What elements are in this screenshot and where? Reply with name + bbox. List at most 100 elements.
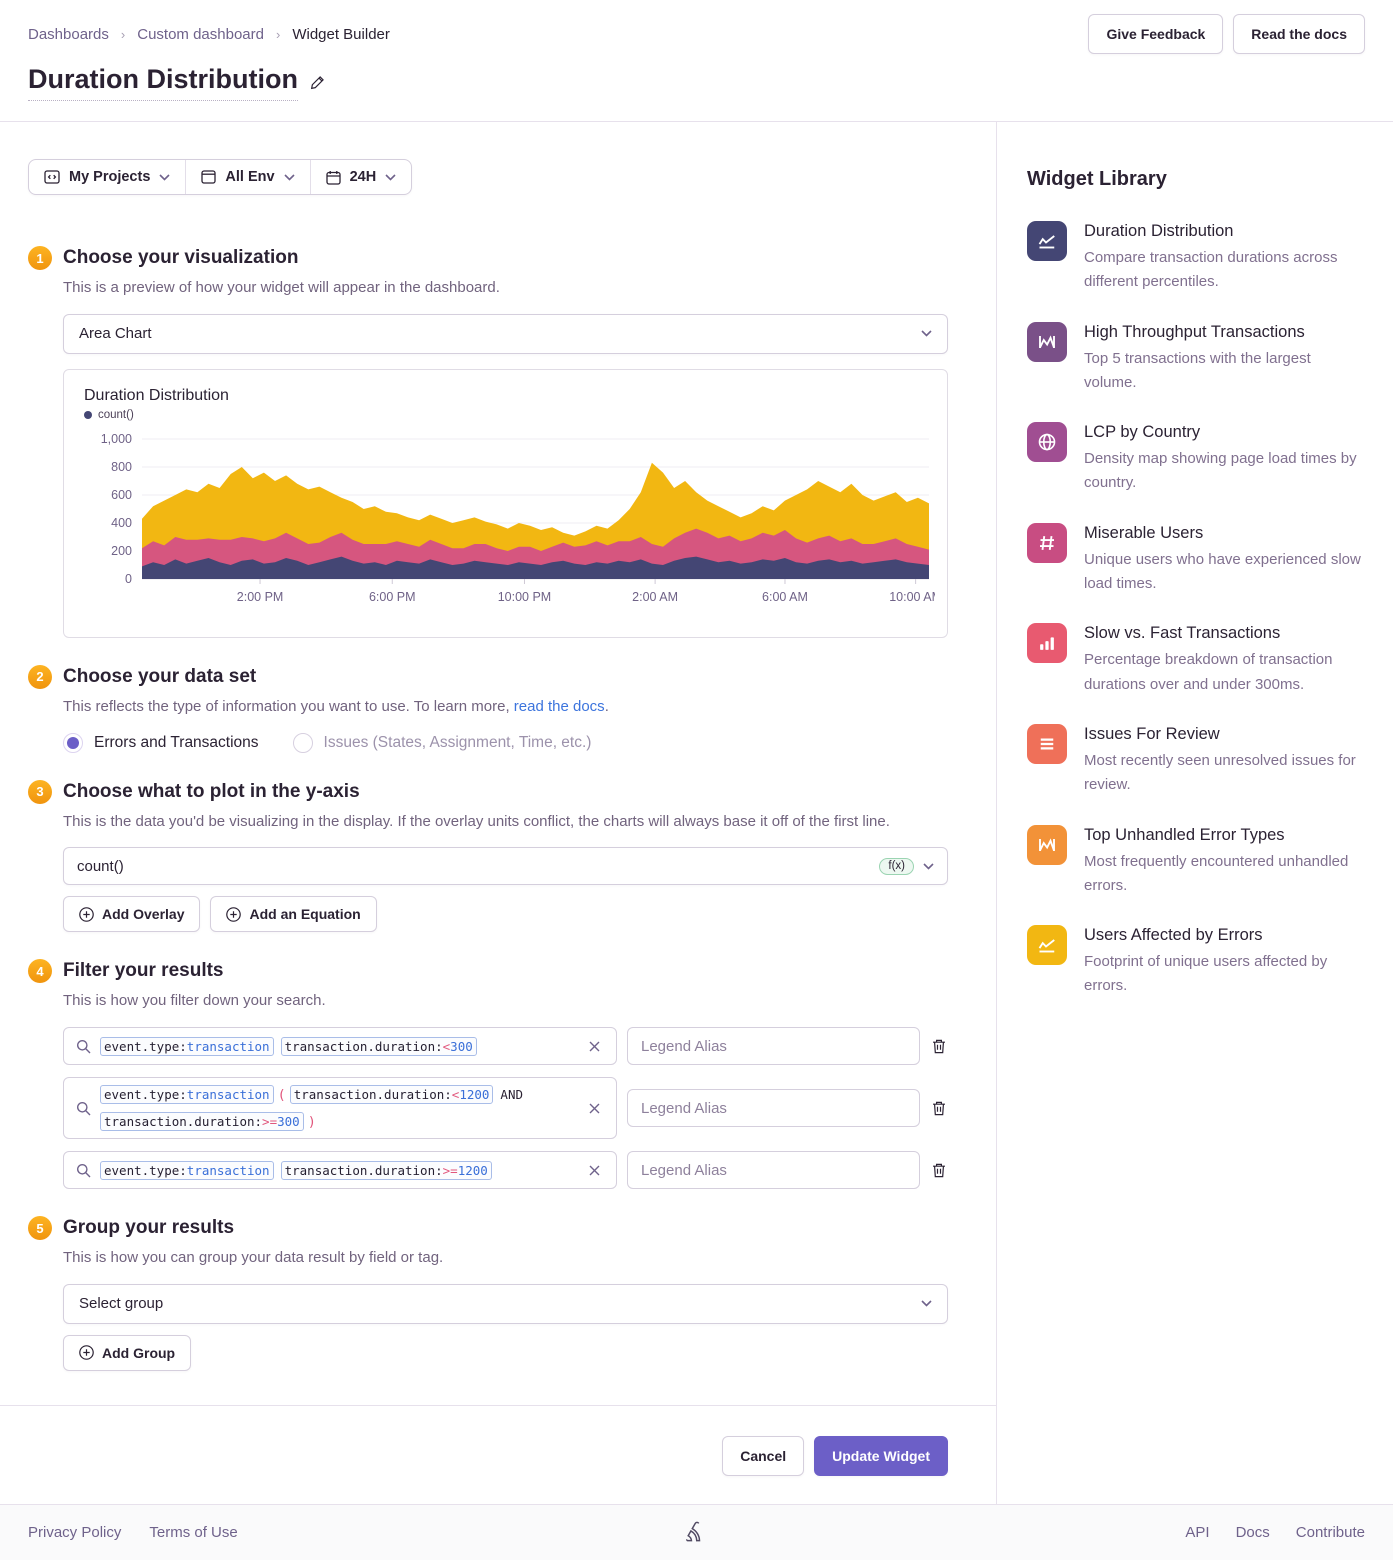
add-overlay-button[interactable]: Add Overlay [63, 896, 200, 932]
widget-builder-page: Dashboards › Custom dashboard › Widget B… [0, 0, 1393, 1560]
widget-library-item-title: Issues For Review [1084, 725, 1365, 744]
delete-filter-button[interactable] [930, 1099, 948, 1118]
search-token[interactable]: transaction.duration:<300 [281, 1037, 477, 1056]
hash-icon [1027, 523, 1067, 563]
filter-search-input[interactable]: event.type:transaction transaction.durati… [63, 1151, 617, 1189]
y-axis-function-select[interactable]: count() f(x) [63, 847, 948, 885]
chevron-down-icon [385, 174, 396, 181]
radio-unselected-icon [293, 733, 313, 753]
svg-text:1,000: 1,000 [101, 432, 132, 446]
widget-library-item[interactable]: Miserable UsersUnique users who have exp… [1027, 523, 1365, 597]
legend-label: count() [98, 409, 134, 421]
chevron-down-icon [284, 174, 295, 181]
clear-filter-button[interactable] [585, 1099, 604, 1118]
delete-filter-button[interactable] [930, 1037, 948, 1056]
filter-search-input[interactable]: event.type:transaction transaction.durati… [63, 1027, 617, 1065]
legend-alias-input[interactable] [627, 1089, 920, 1127]
step-3-badge: 3 [28, 780, 52, 804]
filter-rows: event.type:transaction transaction.durati… [63, 1027, 948, 1189]
widget-library-item-title: Slow vs. Fast Transactions [1084, 624, 1365, 643]
widget-library-item[interactable]: Duration DistributionCompare transaction… [1027, 221, 1365, 295]
legend-alias-input[interactable] [627, 1151, 920, 1189]
widget-library-item-description: Percentage breakdown of transaction dura… [1084, 648, 1365, 697]
group-select-placeholder: Select group [79, 1295, 163, 1312]
chart-legend[interactable]: count() [84, 409, 927, 421]
sentry-logo-icon[interactable] [685, 1521, 709, 1543]
radio-errors-transactions-label: Errors and Transactions [94, 734, 259, 752]
read-the-docs-link[interactable]: read the docs [514, 698, 605, 715]
add-equation-button[interactable]: Add an Equation [210, 896, 376, 932]
search-token[interactable]: event.type:transaction [100, 1037, 274, 1056]
svg-text:200: 200 [111, 544, 132, 558]
step-1-badge: 1 [28, 246, 52, 270]
step-5-subtitle: This is how you can group your data resu… [63, 1247, 948, 1269]
cancel-button[interactable]: Cancel [722, 1436, 804, 1476]
visualization-select[interactable]: Area Chart [63, 314, 948, 354]
paren-token: ) [308, 1114, 316, 1130]
widget-library-item[interactable]: High Throughput Transactions Top 5 transa… [1027, 322, 1365, 396]
top-bar: Dashboards › Custom dashboard › Widget B… [0, 0, 1393, 54]
widget-library-sidebar: Widget Library Duration DistributionComp… [997, 122, 1393, 1504]
add-equation-label: Add an Equation [249, 906, 360, 922]
step-data-set: 2 Choose your data set This reflects the… [28, 665, 948, 753]
widget-library-item-title: Miserable Users [1084, 524, 1365, 543]
breadcrumb-separator-icon: › [121, 27, 125, 42]
update-widget-button[interactable]: Update Widget [814, 1436, 948, 1476]
widget-library-item[interactable]: Issues For ReviewMost recently seen unre… [1027, 724, 1365, 798]
filter-tokens: event.type:transaction(transaction.durat… [100, 1082, 576, 1134]
give-feedback-button[interactable]: Give Feedback [1088, 14, 1223, 54]
environment-filter[interactable]: All Env [186, 160, 310, 194]
filter-tokens: event.type:transaction transaction.durati… [100, 1034, 576, 1059]
add-overlay-label: Add Overlay [102, 906, 184, 922]
terms-of-use-link[interactable]: Terms of Use [149, 1524, 237, 1541]
legend-alias-input[interactable] [627, 1027, 920, 1065]
main-column: My Projects All Env 24H [0, 122, 997, 1504]
radio-errors-transactions[interactable]: Errors and Transactions [63, 733, 259, 753]
time-filter[interactable]: 24H [311, 160, 412, 194]
environment-filter-label: All Env [225, 169, 274, 185]
svg-text:6:00 AM: 6:00 AM [762, 590, 808, 604]
group-select[interactable]: Select group [63, 1284, 948, 1324]
contribute-link[interactable]: Contribute [1296, 1524, 1365, 1541]
filter-tokens: event.type:transaction transaction.durati… [100, 1158, 576, 1183]
widget-library-items: Duration DistributionCompare transaction… [1027, 221, 1365, 999]
form-actions: Cancel Update Widget [0, 1405, 996, 1504]
page-title[interactable]: Duration Distribution [28, 64, 298, 101]
read-the-docs-button[interactable]: Read the docs [1233, 14, 1365, 54]
radio-issues[interactable]: Issues (States, Assignment, Time, etc.) [293, 733, 592, 753]
search-token[interactable]: transaction.duration:>=300 [100, 1112, 304, 1131]
widget-library-item[interactable]: Top Unhandled Error TypesMost frequently… [1027, 825, 1365, 899]
api-link[interactable]: API [1185, 1524, 1209, 1541]
add-group-button[interactable]: Add Group [63, 1335, 191, 1371]
page-filter-bar: My Projects All Env 24H [28, 159, 412, 195]
search-token[interactable]: transaction.duration:>=1200 [281, 1161, 492, 1180]
y-axis-function-value: count() [77, 858, 124, 875]
filter-search-input[interactable]: event.type:transaction(transaction.durat… [63, 1077, 617, 1139]
clear-filter-button[interactable] [585, 1037, 604, 1056]
boolean-operator: AND [500, 1087, 523, 1102]
widget-library-item[interactable]: Slow vs. Fast Transactions Percentage bre… [1027, 623, 1365, 697]
project-filter[interactable]: My Projects [29, 160, 186, 194]
widget-library-item[interactable]: Users Affected by ErrorsFootprint of uni… [1027, 925, 1365, 999]
breadcrumb-dashboards[interactable]: Dashboards [28, 26, 109, 43]
edit-title-button[interactable] [310, 75, 325, 93]
breadcrumb-custom-dashboard[interactable]: Custom dashboard [137, 26, 264, 43]
search-token[interactable]: event.type:transaction [100, 1161, 274, 1180]
widget-library-item-description: Top 5 transactions with the largest volu… [1084, 347, 1365, 396]
visualization-select-value: Area Chart [79, 325, 152, 342]
clear-filter-button[interactable] [585, 1161, 604, 1180]
chevron-down-icon [921, 1300, 932, 1307]
widget-library-item-description: Compare transaction durations across dif… [1084, 246, 1365, 295]
widget-library-item-title: Top Unhandled Error Types [1084, 826, 1365, 845]
privacy-policy-link[interactable]: Privacy Policy [28, 1524, 121, 1541]
docs-link[interactable]: Docs [1236, 1524, 1270, 1541]
delete-filter-button[interactable] [930, 1161, 948, 1180]
legend-dot [84, 411, 92, 419]
widget-library-item-title: High Throughput Transactions [1084, 323, 1365, 342]
widget-library-item[interactable]: LCP by CountryDensity map showing page l… [1027, 422, 1365, 496]
widget-preview-panel: Duration Distribution count() 0200400600… [63, 369, 948, 638]
step-1-subtitle: This is a preview of how your widget wil… [63, 277, 948, 299]
add-group-label: Add Group [102, 1345, 175, 1361]
search-token[interactable]: event.type:transaction [100, 1085, 274, 1104]
search-token[interactable]: transaction.duration:<1200 [290, 1085, 494, 1104]
